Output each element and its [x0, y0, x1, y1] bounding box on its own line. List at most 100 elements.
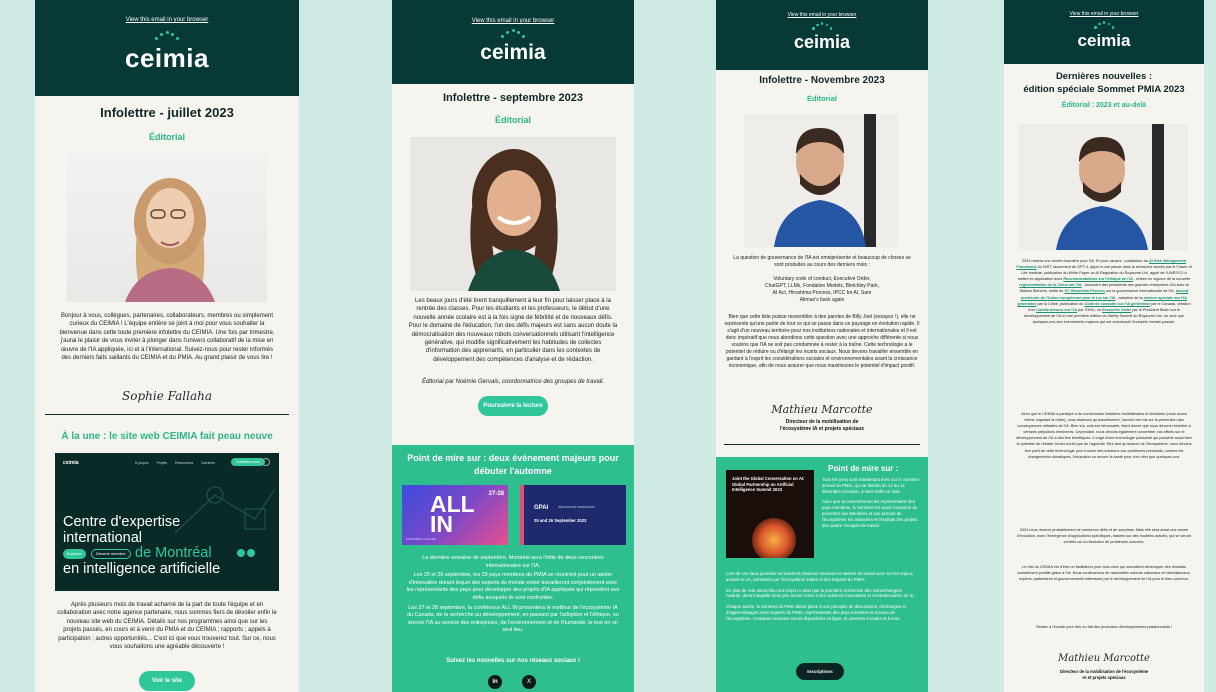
editorial-heading: Éditorial [148, 132, 185, 142]
view-in-browser-link[interactable]: View this email in your browser [1004, 11, 1204, 17]
divider [45, 414, 289, 415]
focus-title: Point de mire sur : deux évènement majeu… [407, 453, 619, 476]
text-run: , entrée en vigueur de la nouvelle [1134, 277, 1191, 282]
newsletter-title: Infolettre - septembre 2023 [443, 92, 583, 104]
linkedin-icon[interactable]: in [488, 675, 502, 689]
un-advisory-link[interactable]: Comité aviseur sur l'IA [1036, 308, 1077, 312]
view-site-button[interactable]: Voir le site [139, 671, 195, 691]
site-nav-item[interactable]: À propos [135, 461, 149, 465]
logo-dots-icon [812, 22, 832, 31]
editorial-paragraph-2: Alors que le CEIMIA a participé à de nom… [1016, 412, 1192, 459]
hero-tag[interactable]: Devenir membre [91, 549, 131, 559]
portrait-man-icon [774, 114, 876, 247]
email-header: View this email in your browser ceimia [1004, 0, 1204, 64]
code-of-conduct-link[interactable]: Code de conduite sur l'IA générative [1085, 302, 1151, 306]
site-search-icon[interactable] [262, 458, 270, 466]
hero-icons [237, 549, 255, 557]
summit-image: Joint the Global Conversation on AI: Glo… [726, 470, 814, 558]
hero-tag[interactable]: Explorer [63, 549, 86, 559]
site-nav-item[interactable]: Carrières [201, 461, 215, 465]
site-contact-button[interactable]: Contactez-nous [231, 458, 265, 466]
logo-text: ceimia [793, 32, 851, 52]
hero-line: Centre d'expertise [63, 514, 181, 530]
editorial-heading: Éditorial [806, 94, 837, 103]
logo-dots-icon [155, 31, 179, 41]
email-header: View this email in your browser ceimia [716, 0, 928, 70]
website-preview[interactable]: ceimia À propos Projets Ressources Carri… [55, 453, 279, 591]
focus-section: Joint the Global Conversation on AI: Glo… [716, 457, 928, 692]
newsletter-title: Infolettre - juillet 2023 [100, 105, 234, 120]
editorial-paragraph-3: 2024 nous réserve probablement de nombre… [1017, 528, 1191, 545]
governance-list: Voluntary code of conduct, Executive Ord… [765, 276, 879, 303]
signature: Mathieu Marcotte [1058, 653, 1150, 664]
feature-text: Après plusieurs mois de travail acharné … [57, 602, 277, 651]
focus-paragraph: La dernière semaine de septembre, Montré… [422, 555, 604, 569]
gpai-dates: 25 and 26 September 2023 [534, 518, 587, 523]
portrait-man-icon [1056, 124, 1164, 250]
newsletter-summit: View this email in your browser ceimia D… [1004, 0, 1204, 692]
allin-logo: ALL IN [430, 491, 475, 537]
x-icon[interactable]: X [522, 675, 536, 689]
focus-text: Tous les yeux sont maintenant rivés sur … [822, 477, 920, 528]
newsletter-september: View this email in your browser ceimia I… [392, 0, 634, 692]
unesco-recommendations-link[interactable]: Recommandations sur l'éthique de l'IA [1063, 277, 1133, 281]
text-run: par la Chine, publication du [1037, 301, 1084, 306]
ceimia-logo: ceimia [1004, 21, 1204, 51]
editorial-text-2: Bien que cette liste puisse ressembler à… [724, 314, 920, 369]
editorial-text: Les beaux jours d'été tirent tranquillem… [408, 298, 618, 363]
title-line: Dernières nouvelles : [1055, 71, 1153, 82]
view-in-browser-link[interactable]: View this email in your browser [392, 18, 634, 24]
allin-dates: 27-28 [488, 491, 504, 497]
title-line: édition spéciale Sommet PMIA 2023 [1023, 84, 1185, 95]
site-nav-item[interactable]: Projets [157, 461, 168, 465]
editorial-heading: Éditorial : 2023 et au-delà [1061, 102, 1147, 109]
gpai-banner: GPAI INNOVATION WORKSHOP 25 and 26 Septe… [520, 485, 626, 545]
author-role: Directeur de la mobilisation de l'écosys… [779, 419, 865, 432]
focus-paragraph: Alors que se rencontreront les représent… [822, 499, 918, 528]
author-photo [744, 114, 898, 247]
social-title: Suivez les nouvelles sur nos réseaux soc… [446, 658, 580, 664]
focus-title: Point de mire sur : [828, 464, 899, 473]
portrait-woman-icon [125, 178, 215, 302]
hero-line: en intelligence artificielle [63, 561, 221, 577]
register-button[interactable]: Inscriptions [796, 663, 844, 680]
focus-text: La dernière semaine de septembre, Montré… [406, 555, 620, 635]
author-photo [67, 152, 267, 302]
logo-text: ceimia [480, 41, 546, 64]
email-header: View this email in your browser ceimia [392, 0, 634, 84]
editorial-heading: Éditorial [494, 115, 531, 125]
text-run: , adoption de la [1116, 295, 1143, 300]
focus-paragraph: Les 25 et 26 septembre, les 29 pays memb… [406, 572, 620, 601]
editorial-text-1: La question de gouvernance de l'IA est o… [733, 255, 911, 268]
logo-text: ceimia [1077, 31, 1131, 50]
focus-paragraph: Chaque année, le Sommet du PMIA laisse p… [726, 604, 906, 621]
continue-reading-button[interactable]: Poursuivre la lecture [478, 396, 548, 416]
view-in-browser-link[interactable]: View this email in your browser [716, 12, 928, 18]
signature: Mathieu Marcotte [771, 403, 873, 416]
gpai-logo: GPAI [534, 505, 549, 511]
newsletter-title: Dernières nouvelles : édition spéciale S… [1004, 70, 1204, 96]
summit-image-text: Joint the Global Conversation on AI: Glo… [732, 476, 805, 492]
logo-dots-icon [1094, 21, 1114, 30]
executive-order-link[interactable]: Executive Order [1102, 308, 1131, 312]
author-photo [1018, 124, 1188, 250]
editorial-paragraph-4: Le rôle du CEIMIA est d'être un facilita… [1017, 565, 1191, 582]
focus-paragraph: En plus de cela auront lieu une Expo IA … [726, 587, 915, 599]
newsletter-july: View this email in your browser ceimia I… [35, 0, 299, 692]
site-nav-item[interactable]: Ressources [175, 461, 193, 465]
china-regulation-link[interactable]: réglementation de la Chine sur l'IA [1019, 283, 1081, 287]
text-run: 2023 restera une année charnière pour l'… [1021, 259, 1148, 263]
newsletter-november: View this email in your browser ceimia I… [716, 0, 928, 692]
g7-hiroshima-link[interactable]: G7 Hiroshima Process [1064, 289, 1105, 293]
ceimia-logo: ceimia [35, 31, 299, 74]
hero-line: international [63, 529, 142, 546]
editorial-paragraph-5: Restez à l'écoute pour tirer au fait des… [1036, 625, 1172, 629]
allin-place: MONTRÉAL CANADA [406, 537, 436, 541]
author-photo [410, 137, 616, 291]
focus-paragraph: Les 27 et 28 septembre, la conférence AL… [407, 604, 619, 634]
gpai-sub: INNOVATION WORKSHOP [558, 505, 595, 509]
signature: Sophie Fallaha [122, 389, 212, 403]
text-run: par l'ONU, un [1078, 307, 1102, 312]
view-in-browser-link[interactable]: View this email in your browser [35, 17, 299, 23]
social-links: in X [488, 675, 536, 689]
